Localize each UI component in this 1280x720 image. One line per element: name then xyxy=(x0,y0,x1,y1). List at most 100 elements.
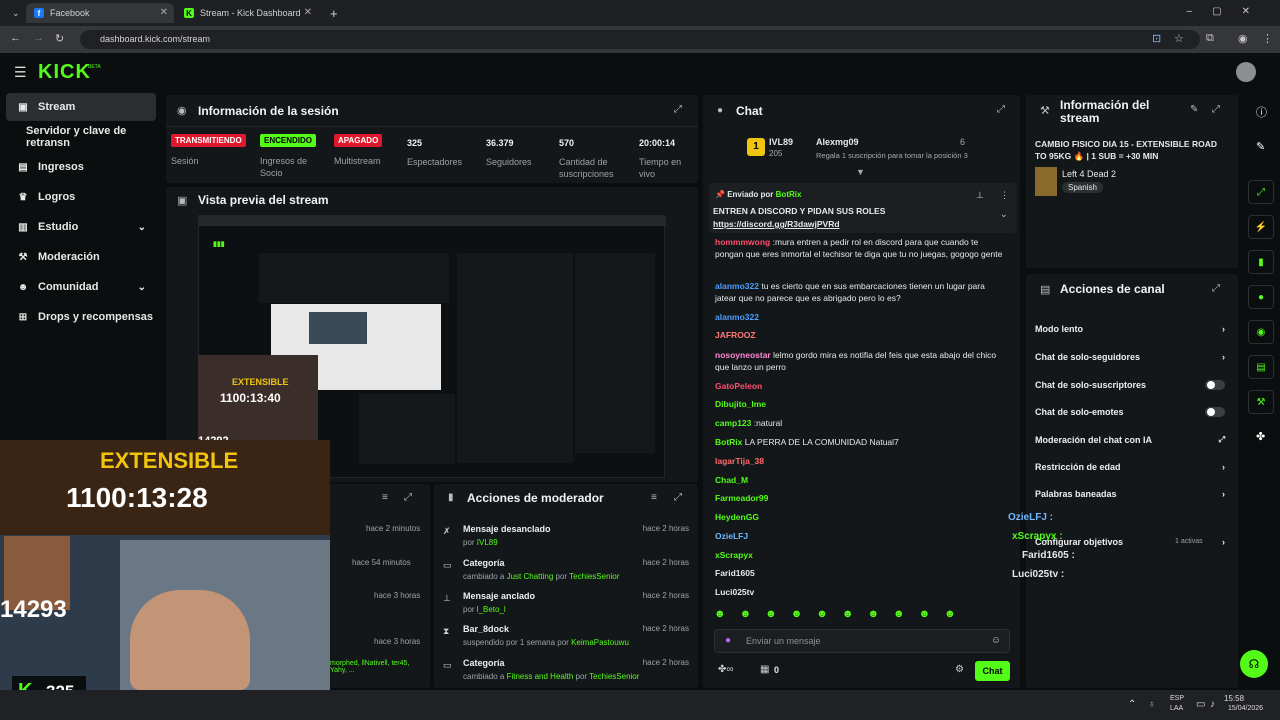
chat-user[interactable]: Farmeador99 xyxy=(715,493,768,503)
translate-icon[interactable]: ⊡ xyxy=(1152,32,1161,45)
channel-action-subs[interactable]: Chat de solo-suscriptores xyxy=(1035,380,1225,390)
avatar[interactable] xyxy=(1236,62,1256,82)
channel-action-banned-words[interactable]: Palabras baneadas › xyxy=(1035,489,1225,499)
chat-user[interactable]: camp123 xyxy=(715,418,751,428)
modaction-user[interactable]: l_Beto_l xyxy=(477,605,506,614)
channel-action-ai-mod[interactable]: Moderación del chat con IA ⤢ xyxy=(1035,435,1225,445)
rail-button-doc[interactable]: ▮ xyxy=(1248,250,1274,274)
rail-button-chat[interactable]: ● xyxy=(1248,285,1274,309)
sidebar-item-moderacion[interactable]: ⚒ Moderación xyxy=(6,243,156,271)
sidebar-item-estudio[interactable]: ▥ Estudio ⌄ xyxy=(6,213,156,241)
url-field[interactable]: dashboard.kick.com/stream xyxy=(80,30,1200,49)
emote-bar[interactable]: ☻☻☻☻☻☻☻☻☻☻ xyxy=(714,608,1010,624)
expand-icon[interactable]: ⤢ xyxy=(674,104,682,115)
pinned-bot[interactable]: BotRix xyxy=(776,190,802,199)
chat-user[interactable]: JAFROOZ xyxy=(715,330,756,340)
chat-user[interactable]: lagarTija_38 xyxy=(715,456,764,466)
modaction-user[interactable]: IVL89 xyxy=(477,538,498,547)
rail-button-bolt[interactable]: ⚡ xyxy=(1248,215,1274,239)
mic-icon[interactable]: ● xyxy=(725,635,731,646)
settings-icon[interactable]: ⚙ xyxy=(955,664,964,675)
chat-user[interactable]: xScrapyx xyxy=(715,550,753,560)
support-headset-button[interactable]: ☊ xyxy=(1240,650,1268,678)
expand-icon[interactable]: ⤢ xyxy=(1212,104,1220,115)
close-icon[interactable]: ✕ xyxy=(304,7,312,18)
reload-icon[interactable]: ↻ xyxy=(55,32,64,45)
modaction-user[interactable]: TechiesSenior xyxy=(589,672,639,681)
filter-icon[interactable]: ≡ xyxy=(651,492,657,503)
users-icon[interactable]: ✤ xyxy=(1256,430,1265,443)
more-icon[interactable]: ⋮ xyxy=(1000,190,1009,201)
chat-user[interactable]: GatoPeleon xyxy=(715,381,762,391)
kick-logo[interactable]: KICK xyxy=(38,61,91,84)
emotes-only-toggle[interactable] xyxy=(1205,407,1225,417)
modaction-user[interactable]: KeimaPastouwu xyxy=(571,638,629,647)
chat-user[interactable]: alanmo322 xyxy=(715,281,759,291)
filter-icon[interactable]: ≡ xyxy=(382,492,388,503)
chat-user[interactable]: Chad_M xyxy=(715,475,748,485)
chat-user[interactable]: hommmwong xyxy=(715,237,770,247)
extensions-icon[interactable]: ⧉ xyxy=(1206,32,1214,45)
chat-user[interactable]: nosoyneostar xyxy=(715,350,771,360)
menu-icon[interactable]: ⋮ xyxy=(1262,32,1273,45)
tab-facebook[interactable]: f Facebook ✕ xyxy=(26,3,174,23)
channel-action-slow-mode[interactable]: Modo lento › xyxy=(1035,324,1225,334)
rail-button-expand[interactable]: ⤢ xyxy=(1248,180,1274,204)
top-gifter-user[interactable]: Alexmg09 xyxy=(816,137,859,147)
rail-button-list[interactable]: ▤ xyxy=(1248,355,1274,379)
chat-input[interactable]: ● Enviar un mensaje ☺ xyxy=(714,629,1010,653)
chevron-down-icon[interactable]: ⌄ xyxy=(1000,209,1008,220)
modaction-category[interactable]: Just Chatting xyxy=(507,572,554,581)
expand-icon[interactable]: ⤢ xyxy=(404,492,412,503)
mic-tray-icon[interactable]: ♁ xyxy=(1148,699,1156,710)
chat-send-button[interactable]: Chat xyxy=(975,661,1010,681)
chat-user[interactable]: Farid1605 xyxy=(715,568,755,578)
sidebar-item-stream[interactable]: ▣ Stream xyxy=(6,93,156,121)
pin-icon[interactable]: ⊥ xyxy=(976,190,984,201)
chat-user[interactable]: HeydenGG xyxy=(715,512,759,522)
sidebar-item-server-key[interactable]: Servidor y clave de retransn xyxy=(6,123,156,151)
channel-action-emotes[interactable]: Chat de solo-emotes xyxy=(1035,407,1225,417)
collapse-icon[interactable]: ▼ xyxy=(856,167,865,177)
hamburger-icon[interactable]: ☰ xyxy=(14,64,27,81)
chat-user[interactable]: alanmo322 xyxy=(715,312,759,322)
expand-icon[interactable]: ⤢ xyxy=(1212,283,1220,294)
bookmark-star-icon[interactable]: ☆ xyxy=(1174,32,1184,45)
rail-button-wrench[interactable]: ⚒ xyxy=(1248,390,1274,414)
sidebar-item-drops[interactable]: ⊞ Drops y recompensas xyxy=(6,303,156,331)
sidebar-item-logros[interactable]: ♛ Logros xyxy=(6,183,156,211)
channel-action-age[interactable]: Restricción de edad › xyxy=(1035,462,1225,472)
subs-only-toggle[interactable] xyxy=(1205,380,1225,390)
modaction-user[interactable]: TechiesSenior xyxy=(569,572,619,581)
lang-top[interactable]: ESP xyxy=(1170,695,1184,702)
modaction-category[interactable]: Fitness and Health xyxy=(507,672,574,681)
clock-date[interactable]: 15/04/2026 xyxy=(1228,705,1263,712)
chat-user[interactable]: BotRix xyxy=(715,437,742,447)
back-icon[interactable]: ← xyxy=(10,32,21,44)
channel-action-followers[interactable]: Chat de solo-seguidores › xyxy=(1035,352,1225,362)
clock-time[interactable]: 15:58 xyxy=(1224,694,1244,703)
profile-icon[interactable]: ◉ xyxy=(1238,32,1248,45)
chat-user[interactable]: Dibujito_Ime xyxy=(715,399,766,409)
sidebar-item-comunidad[interactable]: ☻ Comunidad ⌄ xyxy=(6,273,156,301)
tray-chevron-icon[interactable]: ⌃ xyxy=(1128,699,1136,710)
chat-user[interactable]: Luci025tv xyxy=(715,587,754,597)
network-icon[interactable]: ▭ xyxy=(1196,699,1205,710)
channel-action-goals[interactable]: Configurar objetivos 1 activas › xyxy=(1035,537,1225,547)
chat-user[interactable]: OzieLFJ xyxy=(715,531,748,541)
sidebar-item-ingresos[interactable]: ▤ Ingresos xyxy=(6,153,156,181)
forward-icon[interactable]: → xyxy=(33,32,44,44)
gift-icon[interactable]: ▦ xyxy=(760,664,769,675)
info-icon[interactable]: ⓘ xyxy=(1256,104,1267,120)
top-gifter-user[interactable]: IVL89 xyxy=(769,137,793,147)
window-controls[interactable]: –▢✕ xyxy=(1187,6,1270,17)
pinned-link[interactable]: https://discord.gg/R3dawjPVRd xyxy=(713,219,840,229)
points-icon[interactable]: ✤∞ xyxy=(718,664,734,675)
tab-kick-dashboard[interactable]: K Stream - Kick Dashboard ✕ xyxy=(176,3,318,23)
expand-icon[interactable]: ⤢ xyxy=(674,492,682,503)
gift-prompt[interactable]: Regala 1 suscripción para tomar la posic… xyxy=(816,151,968,160)
new-tab-button[interactable]: + xyxy=(322,3,342,23)
tab-list-icon[interactable]: ⌄ xyxy=(4,3,20,23)
edit-icon[interactable]: ✎ xyxy=(1190,104,1198,115)
emoji-icon[interactable]: ☺ xyxy=(991,635,1001,646)
